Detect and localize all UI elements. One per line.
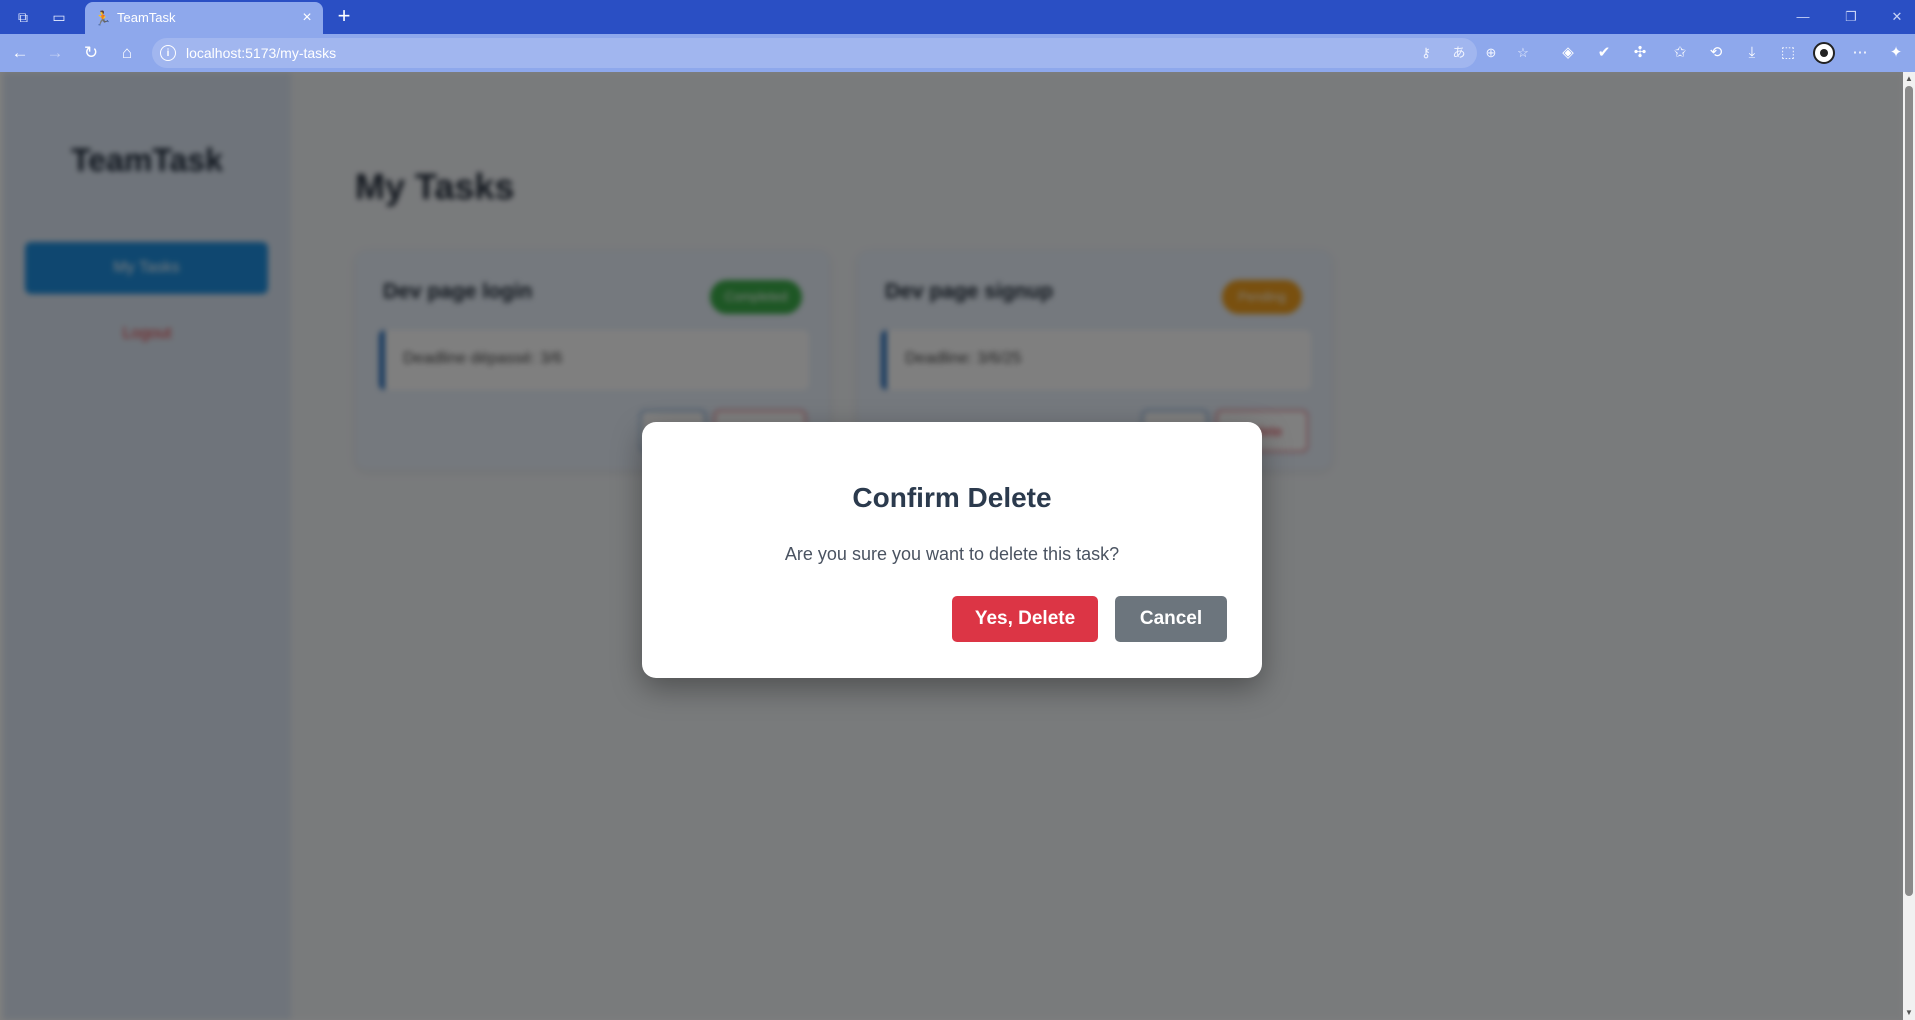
- zoom-icon[interactable]: ⊕: [1480, 43, 1502, 63]
- page-scrollbar[interactable]: ▲ ▼: [1903, 72, 1915, 1020]
- site-info-icon[interactable]: i: [160, 45, 176, 61]
- browser-titlebar: ⧉ ▭ 🏃 TeamTask × + — ❐ ✕: [0, 0, 1915, 34]
- restore-icon[interactable]: ❐: [1833, 6, 1869, 28]
- forward-icon[interactable]: →: [43, 42, 67, 64]
- url-text[interactable]: localhost:5173/my-tasks: [186, 45, 336, 61]
- home-icon[interactable]: ⌂: [115, 42, 139, 64]
- reload-icon[interactable]: ↻: [79, 42, 103, 64]
- key-icon[interactable]: ⚷: [1415, 43, 1437, 63]
- confirm-delete-button[interactable]: Yes, Delete: [952, 596, 1098, 642]
- downloads-icon[interactable]: ⤓: [1740, 42, 1764, 64]
- scroll-thumb[interactable]: [1905, 86, 1913, 896]
- favorites-icon[interactable]: ✩: [1668, 42, 1692, 64]
- address-bar[interactable]: i localhost:5173/my-tasks ⚷ あ ⊕ ☆: [152, 38, 1529, 68]
- runner-favicon-icon: 🏃: [94, 10, 112, 26]
- new-tab-icon[interactable]: +: [332, 5, 356, 29]
- dialog-message: Are you sure you want to delete this tas…: [784, 544, 1120, 564]
- close-tab-icon[interactable]: ×: [297, 8, 317, 28]
- browser-toolbar: ← → ↻ ⌂ i localhost:5173/my-tasks ⚷ あ ⊕ …: [0, 34, 1915, 72]
- browser-tab[interactable]: 🏃 TeamTask ×: [85, 2, 323, 34]
- page-viewport: TeamTask My Tasks Logout My Tasks Dev pa…: [0, 72, 1915, 1020]
- dialog-title: Confirm Delete: [852, 482, 1052, 513]
- close-window-icon[interactable]: ✕: [1879, 6, 1915, 28]
- screenshot-icon[interactable]: ⬚: [1776, 42, 1800, 64]
- copilot-icon[interactable]: ✦: [1884, 42, 1908, 64]
- extensions-puzzle-icon[interactable]: ✣: [1628, 42, 1652, 64]
- tab-title: TeamTask: [117, 10, 176, 25]
- more-menu-icon[interactable]: ⋯: [1848, 42, 1872, 64]
- confirm-delete-dialog: Confirm Delete Are you sure you want to …: [642, 422, 1262, 678]
- scroll-up-arrow-icon[interactable]: ▲: [1903, 74, 1915, 84]
- extension-shield-icon[interactable]: ◈: [1556, 42, 1580, 64]
- scroll-down-arrow-icon[interactable]: ▼: [1903, 1008, 1915, 1018]
- cancel-button[interactable]: Cancel: [1115, 596, 1227, 642]
- profile-avatar-icon[interactable]: [1813, 42, 1835, 64]
- favorite-star-icon[interactable]: ☆: [1512, 43, 1534, 63]
- minimize-icon[interactable]: —: [1785, 6, 1821, 28]
- back-icon[interactable]: ←: [8, 42, 32, 64]
- tab-actions-icon[interactable]: ▭: [49, 7, 69, 27]
- translate-icon[interactable]: あ: [1448, 43, 1470, 63]
- history-icon[interactable]: ⟲: [1704, 42, 1728, 64]
- extension-check-icon[interactable]: ✔: [1592, 42, 1616, 64]
- workspaces-icon[interactable]: ⧉: [13, 7, 33, 27]
